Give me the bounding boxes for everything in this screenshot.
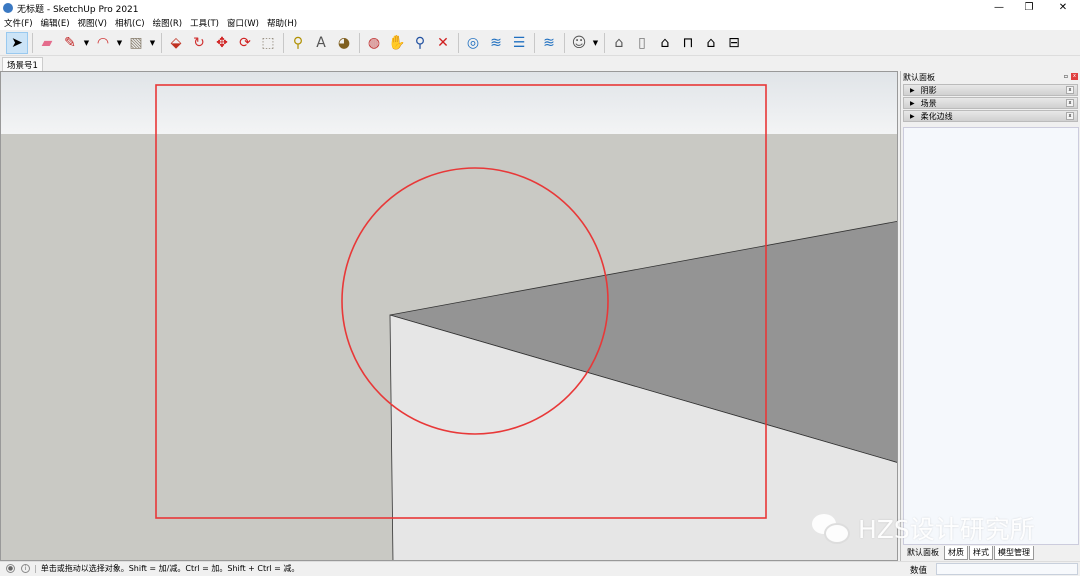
tray-label: 阴影 bbox=[920, 85, 937, 95]
panel-body bbox=[903, 127, 1079, 545]
extension-manager-icon[interactable]: ≋ bbox=[538, 32, 560, 54]
tray-shadows[interactable]: ▶ 阴影 x bbox=[903, 84, 1078, 96]
pencil-icon[interactable]: ✎ bbox=[59, 32, 81, 54]
wechat-logo-icon bbox=[812, 512, 852, 544]
status-message: 单击或拖动以选择对象。Shift = 加/减。Ctrl = 加。Shift + … bbox=[40, 564, 300, 573]
push-pull-icon[interactable]: ⬙ bbox=[165, 32, 187, 54]
text-icon[interactable]: A bbox=[310, 32, 332, 54]
scene-tab-1[interactable]: 场景号1 bbox=[2, 57, 43, 72]
scene-tabs: 场景号1 bbox=[0, 56, 1080, 72]
zoom-extents-icon[interactable]: ✕ bbox=[432, 32, 454, 54]
watermark: HZS设计研究所 bbox=[812, 510, 1035, 546]
tab-default-tray[interactable]: 默认面板 bbox=[903, 546, 943, 560]
tab-materials[interactable]: 材质 bbox=[944, 546, 968, 560]
expand-arrow-icon: ▶ bbox=[910, 112, 915, 120]
scale-icon[interactable]: ⬚ bbox=[257, 32, 279, 54]
orbit-icon[interactable]: ◍ bbox=[363, 32, 385, 54]
menu-file[interactable]: 文件(F) bbox=[4, 17, 33, 29]
top-view-icon[interactable]: ▯ bbox=[631, 32, 653, 54]
default-tray-panel: 默认面板 ▫ x ▶ 阴影 x ▶ 场景 x ▶ 柔化边线 x 默认面板 材质 样式 模型管… bbox=[900, 71, 1080, 561]
toolbar-separator bbox=[604, 33, 605, 53]
maximize-button[interactable]: ❐ bbox=[1014, 0, 1044, 16]
expand-arrow-icon: ▶ bbox=[910, 99, 915, 107]
menu-help[interactable]: 帮助(H) bbox=[267, 17, 297, 29]
menu-view[interactable]: 视图(V) bbox=[78, 17, 107, 29]
minimize-button[interactable]: — bbox=[984, 0, 1014, 16]
dropdown-arrow-icon[interactable]: ▼ bbox=[115, 32, 124, 54]
dropdown-arrow-icon[interactable]: ▼ bbox=[82, 32, 91, 54]
warehouse-icon[interactable]: ◎ bbox=[462, 32, 484, 54]
layers-out-icon[interactable]: ☰ bbox=[508, 32, 530, 54]
panel-header: 默认面板 ▫ x bbox=[901, 71, 1080, 83]
left-view-icon[interactable]: ⊟ bbox=[723, 32, 745, 54]
info-icon[interactable]: i bbox=[21, 564, 30, 573]
toolbar-separator bbox=[161, 33, 162, 53]
toolbar-separator bbox=[283, 33, 284, 53]
extension-icon[interactable]: ≋ bbox=[485, 32, 507, 54]
right-view-icon[interactable]: ⊓ bbox=[677, 32, 699, 54]
select-icon[interactable]: ➤ bbox=[6, 32, 28, 54]
sketchup-logo-icon bbox=[3, 3, 13, 13]
paint-bucket-icon[interactable]: ◕ bbox=[333, 32, 355, 54]
measurements-label: 数值 bbox=[910, 566, 928, 576]
status-bar: ● i | 单击或拖动以选择对象。Shift = 加/减。Ctrl = 加。Sh… bbox=[0, 561, 1080, 576]
window-title: 无标题 - SketchUp Pro 2021 bbox=[17, 4, 139, 15]
tray-soften-edges[interactable]: ▶ 柔化边线 x bbox=[903, 110, 1078, 122]
rotate-icon[interactable]: ⟳ bbox=[234, 32, 256, 54]
tray-close-button[interactable]: x bbox=[1066, 99, 1074, 107]
arc-icon[interactable]: ◠ bbox=[92, 32, 114, 54]
measurements-input[interactable] bbox=[936, 563, 1078, 575]
panel-tabs: 默认面板 材质 样式 模型管理 bbox=[903, 546, 1035, 560]
toolbar-separator bbox=[534, 33, 535, 53]
divider: | bbox=[34, 564, 37, 573]
menu-edit[interactable]: 编辑(E) bbox=[41, 17, 70, 29]
menu-window[interactable]: 窗口(W) bbox=[227, 17, 259, 29]
toolbar-separator bbox=[564, 33, 565, 53]
sky bbox=[1, 72, 897, 134]
watermark-text: HZS设计研究所 bbox=[858, 515, 1035, 544]
scene-canvas[interactable] bbox=[1, 72, 898, 561]
tab-outliner[interactable]: 模型管理 bbox=[994, 546, 1034, 560]
pan-icon[interactable]: ✋ bbox=[386, 32, 408, 54]
tray-label: 场景 bbox=[920, 98, 937, 108]
panel-close-button[interactable]: x bbox=[1071, 73, 1078, 80]
tray-close-button[interactable]: x bbox=[1066, 112, 1074, 120]
toolbar-separator bbox=[359, 33, 360, 53]
menu-draw[interactable]: 绘图(R) bbox=[153, 17, 183, 29]
dropdown-arrow-icon[interactable]: ▼ bbox=[148, 32, 157, 54]
pin-icon[interactable]: ▫ bbox=[1064, 73, 1068, 80]
follow-me-icon[interactable]: ↻ bbox=[188, 32, 210, 54]
front-view-icon[interactable]: ⌂ bbox=[654, 32, 676, 54]
modeling-viewport[interactable] bbox=[0, 71, 898, 561]
dropdown-arrow-icon[interactable]: ▼ bbox=[591, 32, 600, 54]
move-icon[interactable]: ✥ bbox=[211, 32, 233, 54]
account-icon[interactable]: ☺ bbox=[568, 32, 590, 54]
iso-view-icon[interactable]: ⌂ bbox=[608, 32, 630, 54]
toolbar-separator bbox=[458, 33, 459, 53]
tray-scenes[interactable]: ▶ 场景 x bbox=[903, 97, 1078, 109]
eraser-icon[interactable]: ▰ bbox=[36, 32, 58, 54]
toolbar-separator bbox=[32, 33, 33, 53]
tape-measure-icon[interactable]: ⚲ bbox=[287, 32, 309, 54]
tab-styles[interactable]: 样式 bbox=[969, 546, 993, 560]
zoom-icon[interactable]: ⚲ bbox=[409, 32, 431, 54]
menu-bar: 文件(F) 编辑(E) 视图(V) 相机(C) 绘图(R) 工具(T) 窗口(W… bbox=[0, 16, 1080, 30]
back-view-icon[interactable]: ⌂ bbox=[700, 32, 722, 54]
expand-arrow-icon: ▶ bbox=[910, 86, 915, 94]
tray-label: 柔化边线 bbox=[920, 111, 953, 121]
menu-camera[interactable]: 相机(C) bbox=[115, 17, 145, 29]
menu-tools[interactable]: 工具(T) bbox=[190, 17, 219, 29]
panel-title: 默认面板 bbox=[903, 72, 935, 82]
close-button[interactable]: ✕ bbox=[1048, 0, 1078, 16]
rectangle-icon[interactable]: ▧ bbox=[125, 32, 147, 54]
main-toolbar: ➤ ▰ ✎ ▼ ◠ ▼ ▧ ▼ ⬙ ↻ ✥ ⟳ ⬚ ⚲ A ◕ ◍ ✋ ⚲ ✕ ◎ ≋ ☰ ≋ ☺ ▼ ⌂ ▯ ⌂ ⊓ ⌂ ⊟ bbox=[0, 31, 1080, 56]
title-bar: 无标题 - SketchUp Pro 2021 — ❐ ✕ bbox=[0, 0, 1080, 16]
tray-close-button[interactable]: x bbox=[1066, 86, 1074, 94]
geo-location-icon[interactable]: ● bbox=[6, 564, 15, 573]
